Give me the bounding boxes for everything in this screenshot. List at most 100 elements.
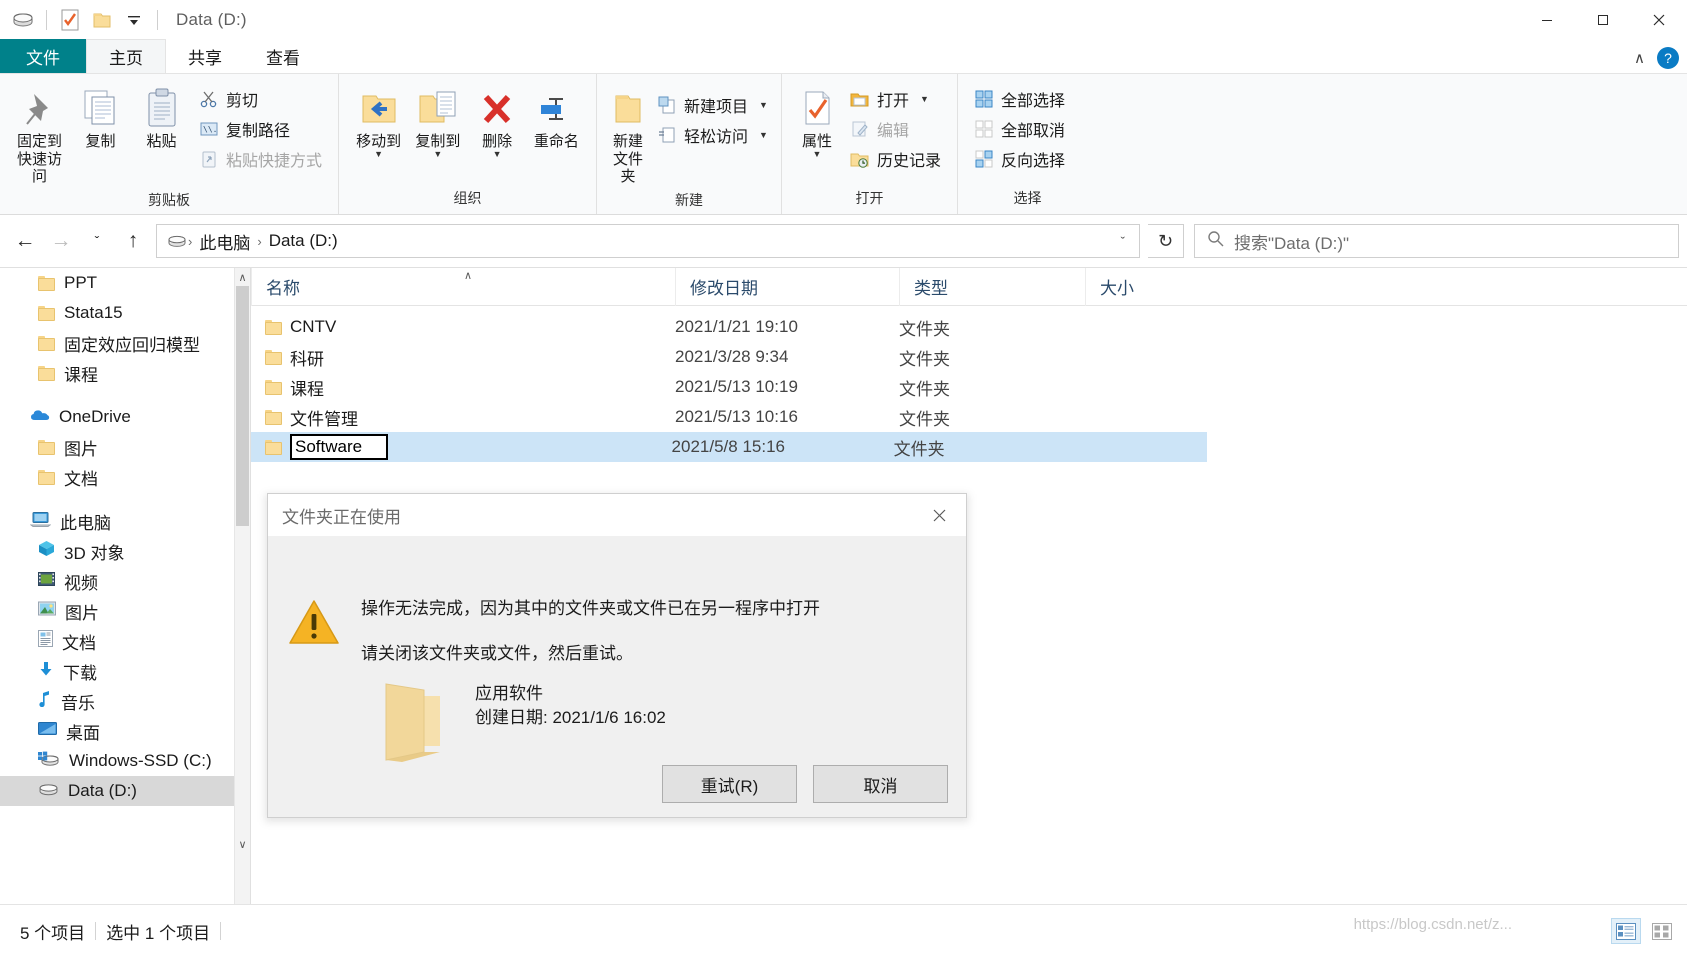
rename-button[interactable]: 重命名 — [527, 80, 586, 155]
pin-to-quick-access-button[interactable]: 固定到快速访问 — [10, 80, 69, 190]
help-icon[interactable]: ? — [1657, 47, 1679, 69]
chevron-down-icon-3[interactable]: ▼ — [493, 149, 502, 158]
sidebar-item-music[interactable]: 音乐 — [0, 686, 250, 716]
table-row[interactable]: 文件管理 2021/5/13 10:16 文件夹 — [251, 402, 1687, 432]
chevron-down-icon-7[interactable]: ▼ — [920, 94, 929, 103]
open-button[interactable]: 打开 ▼ — [844, 84, 947, 114]
table-row[interactable]: CNTV 2021/1/21 19:10 文件夹 — [251, 312, 1687, 342]
sidebar-item-data-d[interactable]: Data (D:) — [0, 776, 250, 806]
history-icon — [850, 149, 870, 169]
easy-access-label: 轻松访问 — [684, 129, 749, 146]
open-icon — [850, 89, 870, 109]
folder-icon — [265, 350, 282, 365]
minimize-button[interactable] — [1519, 0, 1575, 40]
drive-icon-breadcrumb[interactable] — [163, 234, 187, 248]
tab-share[interactable]: 共享 — [166, 39, 244, 73]
column-header-type[interactable]: 类型 — [899, 267, 1085, 306]
chevron-down-icon-2[interactable]: ▼ — [433, 149, 442, 158]
paste-button[interactable]: 粘贴 — [132, 80, 191, 155]
sidebar-item-onedrive-pictures[interactable]: 图片 — [0, 432, 250, 462]
properties-button[interactable]: 属性 ▼ — [792, 80, 842, 162]
breadcrumb-dropdown-icon[interactable]: ˇ — [1113, 234, 1133, 249]
up-button[interactable]: ↑ — [116, 224, 150, 258]
column-header-size[interactable]: 大小 — [1085, 267, 1215, 306]
chevron-down-icon-5[interactable]: ▼ — [759, 130, 768, 139]
sidebar-item-desktop[interactable]: 桌面 — [0, 716, 250, 746]
new-item-button[interactable]: 新建项目 ▼ — [651, 90, 774, 120]
edit-button[interactable]: 编辑 — [844, 114, 947, 144]
chevron-down-icon-6[interactable]: ▼ — [813, 149, 822, 158]
copy-button[interactable]: 复制 — [71, 80, 130, 155]
delete-button[interactable]: 删除 ▼ — [468, 80, 527, 162]
sidebar-item-windows-ssd-c[interactable]: Windows-SSD (C:) — [0, 746, 250, 776]
breadcrumb-data-d[interactable]: Data (D:) — [263, 229, 344, 253]
history-button[interactable]: 历史记录 — [844, 144, 947, 174]
sidebar-item-this-pc[interactable]: 此电脑 — [0, 506, 250, 536]
properties-icon[interactable] — [57, 7, 83, 33]
paste-shortcut-button[interactable]: 粘贴快捷方式 — [193, 144, 328, 174]
sidebar-item-ppt[interactable]: PPT — [0, 268, 250, 298]
windows-drive-icon — [38, 751, 60, 772]
chevron-down-icon[interactable]: ▼ — [374, 149, 383, 158]
refresh-button[interactable]: ↻ — [1148, 224, 1184, 258]
sidebar-item-3d-objects[interactable]: 3D 对象 — [0, 536, 250, 566]
column-header-date[interactable]: 修改日期 — [675, 267, 899, 306]
sidebar-item-onedrive-documents[interactable]: 文档 — [0, 462, 250, 492]
chevron-up-icon[interactable]: ∧ — [1634, 49, 1645, 67]
tab-view[interactable]: 查看 — [244, 39, 322, 73]
new-folder-icon[interactable] — [89, 7, 115, 33]
cancel-button[interactable]: 取消 — [813, 765, 948, 803]
sidebar-item-fixed-effects-model[interactable]: 固定效应回归模型 — [0, 328, 250, 358]
file-date-cell: 2021/3/28 9:34 — [675, 347, 789, 366]
dialog-close-button[interactable] — [916, 495, 962, 535]
ribbon-tab-bar: 文件 主页 共享 查看 ∧ ? — [0, 39, 1687, 74]
search-box[interactable]: 搜索"Data (D:)" — [1194, 224, 1679, 258]
sidebar-item-courses[interactable]: 课程 — [0, 358, 250, 388]
copy-path-button[interactable]: \\.. 复制路径 — [193, 114, 328, 144]
new-folder-button[interactable]: 新建文件夹 — [607, 80, 649, 190]
cut-button[interactable]: 剪切 — [193, 84, 328, 114]
scroll-down-icon[interactable]: ∨ — [235, 835, 250, 853]
folder-icon — [265, 410, 282, 425]
move-to-button[interactable]: 移动到 ▼ — [349, 80, 408, 162]
table-row[interactable]: Software 2021/5/8 15:16 文件夹 — [251, 432, 1207, 462]
drive-icon[interactable] — [10, 7, 36, 33]
sidebar-scrollbar[interactable]: ∧ ∨ — [234, 268, 250, 905]
forward-button[interactable]: → — [44, 224, 78, 258]
retry-button[interactable]: 重试(R) — [662, 765, 797, 803]
maximize-button[interactable] — [1575, 0, 1631, 40]
tab-file[interactable]: 文件 — [0, 39, 86, 73]
close-button[interactable] — [1631, 0, 1687, 40]
column-header-name[interactable]: 名称 — [251, 267, 675, 306]
details-view-button[interactable] — [1611, 918, 1641, 944]
sidebar-item-label: 固定效应回归模型 — [64, 335, 200, 355]
table-row[interactable]: 科研 2021/3/28 9:34 文件夹 — [251, 342, 1687, 372]
select-all-button[interactable]: 全部选择 — [968, 84, 1071, 114]
easy-access-button[interactable]: 轻松访问 ▼ — [651, 120, 774, 150]
chevron-down-icon-4[interactable]: ▼ — [759, 100, 768, 109]
select-none-button[interactable]: 全部取消 — [968, 114, 1071, 144]
rename-input[interactable]: Software — [290, 434, 388, 460]
table-row[interactable]: 课程 2021/5/13 10:19 文件夹 — [251, 372, 1687, 402]
sidebar-item-documents[interactable]: 文档 — [0, 626, 250, 656]
invert-selection-button[interactable]: 反向选择 — [968, 144, 1071, 174]
large-icons-view-button[interactable] — [1647, 918, 1677, 944]
sidebar-item-videos[interactable]: 视频 — [0, 566, 250, 596]
breadcrumb-bar[interactable]: › 此电脑 › Data (D:) ˇ — [156, 224, 1140, 258]
file-name-text: 科研 — [290, 349, 324, 369]
column-header-row: ∧ 名称 修改日期 类型 大小 — [251, 267, 1687, 306]
sidebar-item-pictures[interactable]: 图片 — [0, 596, 250, 626]
copy-to-button[interactable]: 复制到 ▼ — [408, 80, 467, 162]
sidebar-scroll-thumb[interactable] — [236, 286, 249, 526]
sidebar-item-downloads[interactable]: 下载 — [0, 656, 250, 686]
recent-locations-button[interactable]: ˇ — [80, 224, 114, 258]
back-button[interactable]: ← — [8, 224, 42, 258]
view-mode-buttons — [1611, 918, 1677, 944]
scroll-up-icon[interactable]: ∧ — [235, 268, 250, 286]
sidebar-item-stata15[interactable]: Stata15 — [0, 298, 250, 328]
sidebar-item-onedrive[interactable]: OneDrive — [0, 402, 250, 432]
ribbon-group-select: 全部选择 全部取消 反向选择 选择 — [957, 74, 1097, 214]
breadcrumb-this-pc[interactable]: 此电脑 — [193, 227, 256, 256]
qat-dropdown-icon[interactable] — [121, 7, 147, 33]
tab-home[interactable]: 主页 — [86, 39, 166, 73]
